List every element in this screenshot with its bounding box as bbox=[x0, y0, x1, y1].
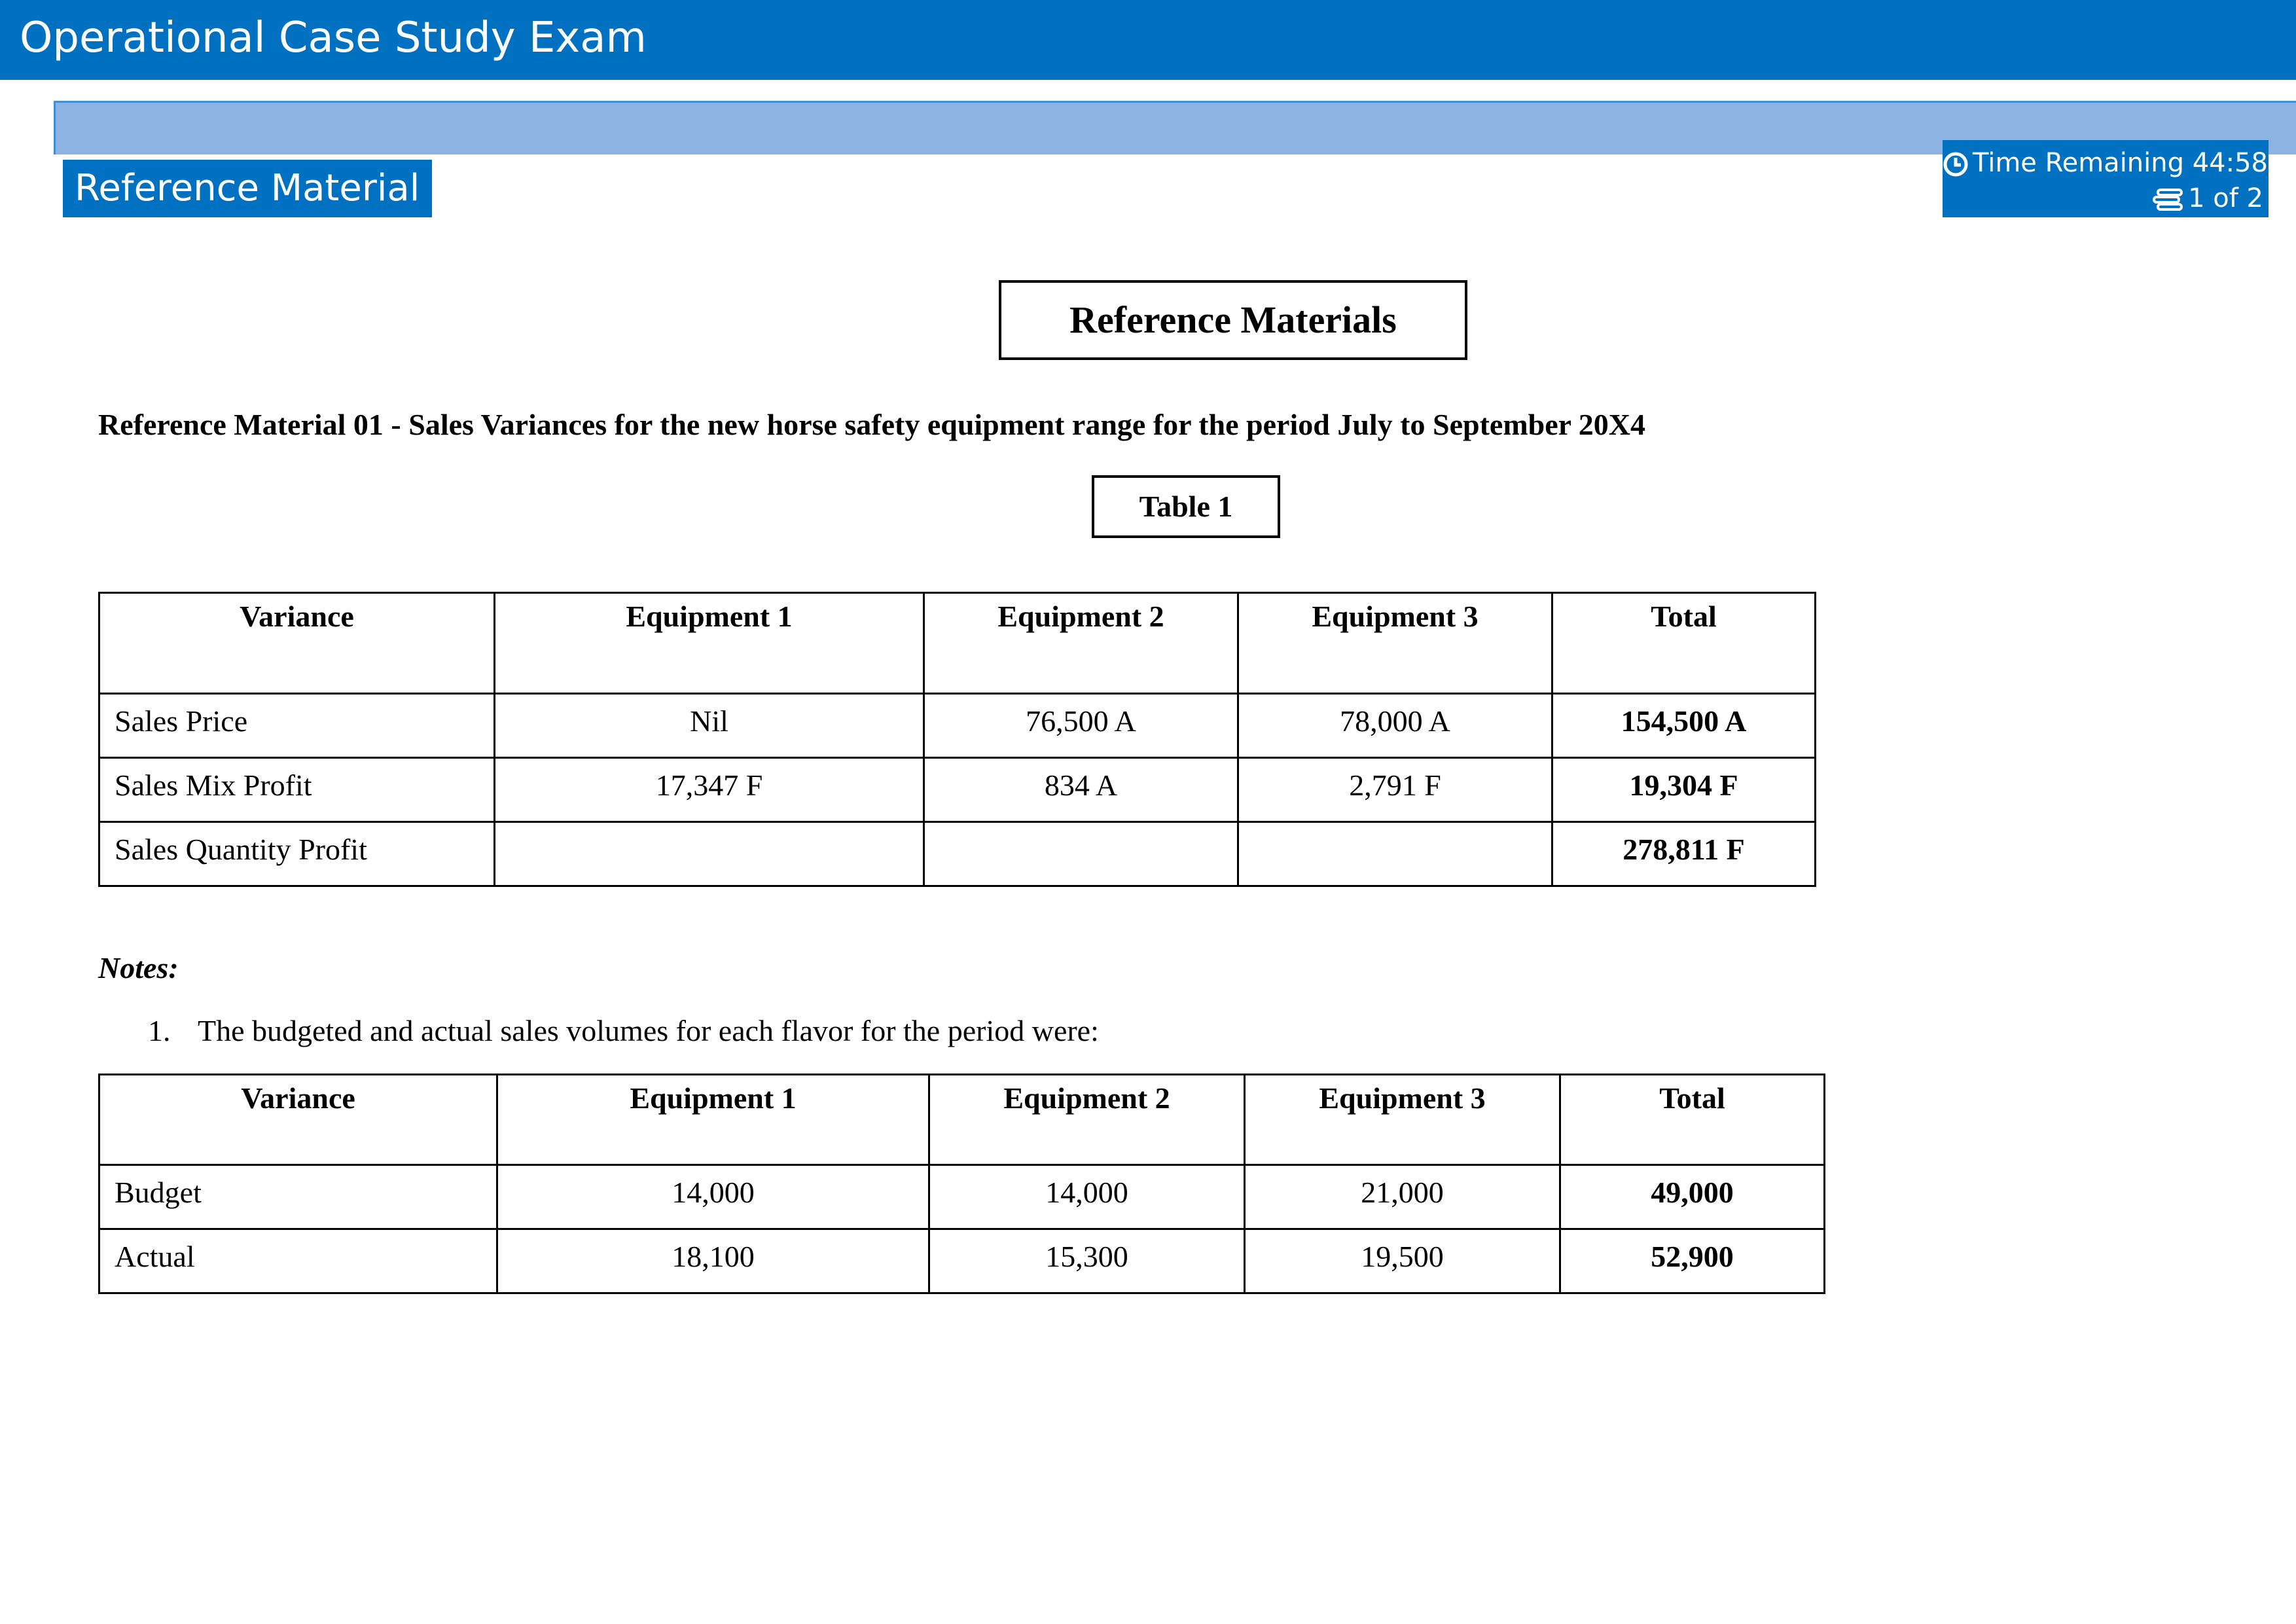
total-cell: 278,811 F bbox=[1551, 821, 1816, 887]
notes-title: Notes: bbox=[98, 951, 179, 984]
note-text: The budgeted and actual sales volumes fo… bbox=[198, 1014, 1099, 1047]
row-label: Sales Quantity Profit bbox=[98, 821, 495, 887]
table-row: Actual 18,100 15,300 19,500 52,900 bbox=[98, 1228, 1825, 1294]
total-cell: 52,900 bbox=[1559, 1228, 1825, 1294]
table-cell: 19,500 bbox=[1244, 1228, 1561, 1294]
document-title: Reference Materials bbox=[999, 280, 1467, 360]
table-row: Sales Mix Profit 17,347 F 834 A 2,791 F … bbox=[98, 757, 1816, 823]
table-cell bbox=[1237, 821, 1553, 887]
table-row: Sales Quantity Profit 278,811 F bbox=[98, 821, 1816, 887]
table-cell: 14,000 bbox=[496, 1164, 930, 1230]
page-indicator-text: 1 of 2 bbox=[2188, 183, 2263, 213]
table-cell: 21,000 bbox=[1244, 1164, 1561, 1230]
table-cell: 76,500 A bbox=[923, 693, 1239, 759]
sales-volume-table: Variance Equipment 1 Equipment 2 Equipme… bbox=[98, 1074, 1825, 1294]
exam-header-bar: Operational Case Study Exam bbox=[0, 0, 2296, 80]
row-label: Sales Mix Profit bbox=[98, 757, 495, 823]
table-cell: 834 A bbox=[923, 757, 1239, 823]
row-label: Actual bbox=[98, 1228, 498, 1294]
total-cell: 19,304 F bbox=[1551, 757, 1816, 823]
table-cell bbox=[493, 821, 925, 887]
reference-material-tab[interactable]: Reference Material bbox=[63, 160, 432, 217]
table-row: Budget 14,000 14,000 21,000 49,000 bbox=[98, 1164, 1825, 1230]
column-header: Total bbox=[1551, 592, 1816, 695]
clock-icon bbox=[1943, 152, 1968, 177]
column-header: Variance bbox=[98, 592, 495, 695]
column-header: Equipment 2 bbox=[928, 1074, 1246, 1166]
table-cell: 15,300 bbox=[928, 1228, 1246, 1294]
column-header: Equipment 1 bbox=[496, 1074, 930, 1166]
table-header-row: Variance Equipment 1 Equipment 2 Equipme… bbox=[98, 1074, 1825, 1166]
reference-material-tab-label: Reference Material bbox=[75, 167, 420, 209]
time-remaining-value: 44:58 bbox=[2192, 148, 2269, 178]
exam-title: Operational Case Study Exam bbox=[20, 14, 647, 62]
row-label: Budget bbox=[98, 1164, 498, 1230]
table-cell: 2,791 F bbox=[1237, 757, 1553, 823]
column-header: Variance bbox=[98, 1074, 498, 1166]
table-cell: 18,100 bbox=[496, 1228, 930, 1294]
total-cell: 154,500 A bbox=[1551, 693, 1816, 759]
table-header-row: Variance Equipment 1 Equipment 2 Equipme… bbox=[98, 592, 1816, 695]
table1-label: Table 1 bbox=[1092, 475, 1280, 538]
row-label: Sales Price bbox=[98, 693, 495, 759]
page-indicator[interactable]: 1 of 2 bbox=[1943, 181, 2263, 216]
table-cell: 78,000 A bbox=[1237, 693, 1553, 759]
pages-icon bbox=[2153, 189, 2183, 211]
table-cell: 17,347 F bbox=[493, 757, 925, 823]
column-header: Total bbox=[1559, 1074, 1825, 1166]
reference-heading: Reference Material 01 - Sales Variances … bbox=[98, 408, 1645, 441]
sales-variance-table: Variance Equipment 1 Equipment 2 Equipme… bbox=[98, 592, 1816, 887]
column-header: Equipment 1 bbox=[493, 592, 925, 695]
note-item: 1. The budgeted and actual sales volumes … bbox=[148, 1013, 1099, 1048]
table-cell: Nil bbox=[493, 693, 925, 759]
time-remaining-label: Time Remaining bbox=[1973, 148, 2185, 178]
table-cell bbox=[923, 821, 1239, 887]
timer-panel: Time Remaining 44:58 1 of 2 bbox=[1943, 140, 2269, 217]
column-header: Equipment 3 bbox=[1237, 592, 1553, 695]
column-header: Equipment 3 bbox=[1244, 1074, 1561, 1166]
table-cell: 14,000 bbox=[928, 1164, 1246, 1230]
column-header: Equipment 2 bbox=[923, 592, 1239, 695]
table-row: Sales Price Nil 76,500 A 78,000 A 154,50… bbox=[98, 693, 1816, 759]
total-cell: 49,000 bbox=[1559, 1164, 1825, 1230]
time-remaining: Time Remaining 44:58 bbox=[1943, 145, 2268, 181]
note-number: 1. bbox=[148, 1014, 171, 1047]
